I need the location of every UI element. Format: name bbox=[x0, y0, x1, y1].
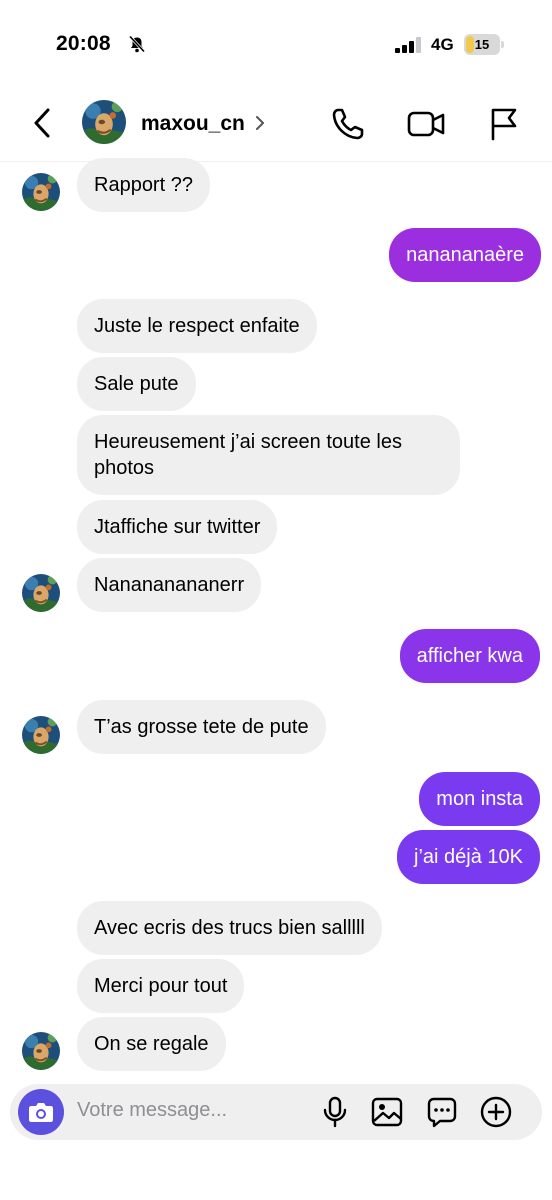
status-time: 20:08 bbox=[56, 32, 111, 55]
message-bubble-incoming[interactable]: On se regale bbox=[77, 1017, 226, 1071]
video-camera-icon[interactable] bbox=[406, 106, 446, 142]
message-composer: Votre message... bbox=[10, 1084, 542, 1140]
message-bubble-outgoing[interactable]: mon insta bbox=[419, 772, 540, 826]
message-input[interactable]: Votre message... bbox=[77, 1099, 227, 1122]
plus-circle-icon[interactable] bbox=[480, 1096, 512, 1128]
avatar[interactable] bbox=[22, 574, 60, 612]
avatar[interactable] bbox=[22, 716, 60, 754]
message-bubble-outgoing[interactable]: j’ai déjà 10K bbox=[397, 830, 540, 884]
flag-icon[interactable] bbox=[488, 106, 520, 142]
battery-tip bbox=[501, 41, 504, 48]
status-bar: 20:08 4G 15 bbox=[0, 0, 552, 90]
image-icon[interactable] bbox=[371, 1096, 403, 1128]
message-bubble-incoming[interactable]: Heureusement j’ai screen toute les photo… bbox=[77, 415, 460, 495]
username[interactable]: maxou_cn bbox=[141, 112, 245, 136]
message-bubble-incoming[interactable]: Juste le respect enfaite bbox=[77, 299, 317, 353]
back-chevron-icon[interactable] bbox=[28, 106, 58, 140]
message-bubble-incoming[interactable]: Jtaffiche sur twitter bbox=[77, 500, 278, 554]
network-type: 4G bbox=[431, 35, 454, 54]
avatar[interactable] bbox=[22, 173, 60, 211]
sticker-icon[interactable] bbox=[426, 1096, 458, 1128]
signal-icon bbox=[395, 37, 421, 53]
message-bubble-incoming[interactable]: T’as grosse tete de pute bbox=[77, 700, 326, 754]
camera-button[interactable] bbox=[18, 1089, 64, 1135]
avatar[interactable] bbox=[82, 100, 126, 144]
message-bubble-incoming[interactable]: Avec ecris des trucs bien salllll bbox=[77, 901, 382, 955]
message-bubble-outgoing[interactable]: nanananaère bbox=[389, 228, 541, 282]
message-bubble-incoming[interactable]: Rapport ?? bbox=[77, 158, 210, 212]
camera-icon bbox=[29, 1103, 53, 1122]
avatar[interactable] bbox=[22, 1032, 60, 1070]
phone-icon[interactable] bbox=[330, 106, 366, 142]
message-bubble-incoming[interactable]: Merci pour tout bbox=[77, 959, 245, 1013]
message-bubble-incoming[interactable]: Sale pute bbox=[77, 357, 196, 411]
message-bubble-outgoing[interactable]: afficher kwa bbox=[399, 629, 540, 683]
chat-header: maxou_cn bbox=[0, 90, 552, 162]
microphone-icon[interactable] bbox=[322, 1096, 348, 1128]
battery-level: 15 bbox=[474, 37, 490, 52]
chevron-right-icon[interactable] bbox=[254, 114, 266, 132]
message-bubble-incoming[interactable]: Nanananananerr bbox=[77, 558, 262, 612]
bell-slash-icon bbox=[128, 35, 146, 53]
battery-icon: 15 bbox=[464, 34, 504, 55]
